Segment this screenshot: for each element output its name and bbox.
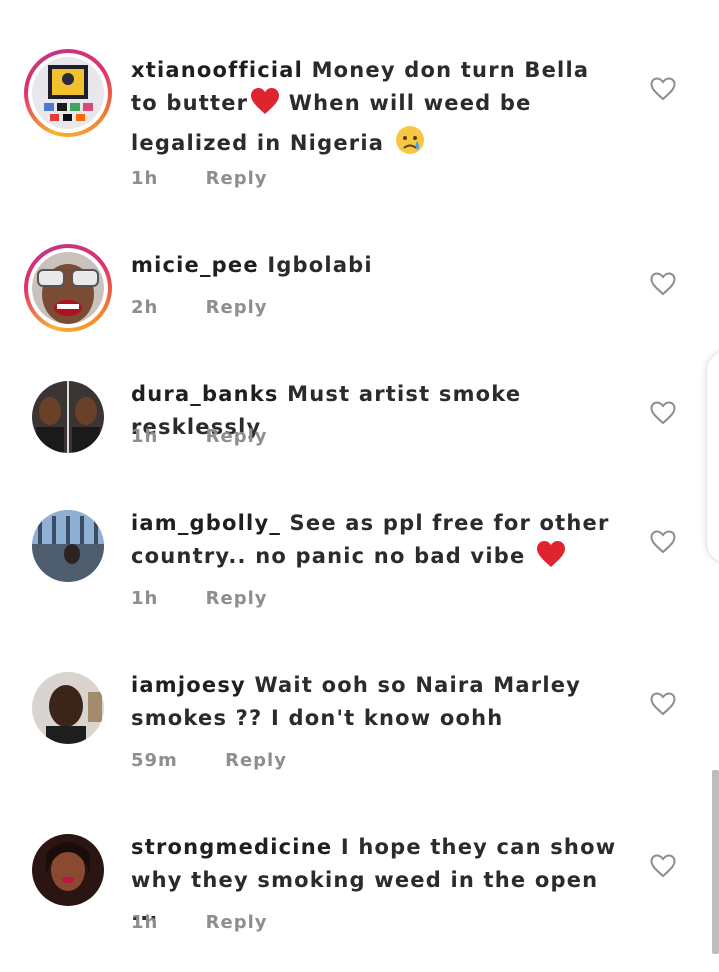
reply-button[interactable]: Reply xyxy=(206,588,268,609)
avatar[interactable] xyxy=(24,49,112,137)
comment-timestamp: 1h xyxy=(131,168,159,189)
comment-meta: 59m Reply xyxy=(131,750,287,771)
reply-button[interactable]: Reply xyxy=(206,426,268,447)
comment-username[interactable]: iamjoesy xyxy=(131,673,246,697)
comment-timestamp: 1h xyxy=(131,426,159,447)
red-heart-emoji xyxy=(250,87,280,125)
heart-outline-icon[interactable] xyxy=(650,272,676,296)
heart-outline-icon[interactable] xyxy=(650,854,676,878)
heart-outline-icon[interactable] xyxy=(650,77,676,101)
heart-outline-icon[interactable] xyxy=(650,401,676,425)
heart-outline-icon[interactable] xyxy=(650,530,676,554)
comment-meta: 2h Reply xyxy=(131,297,267,318)
comment-username[interactable]: dura_banks xyxy=(131,382,279,406)
comment-timestamp: 2h xyxy=(131,297,159,318)
avatar[interactable] xyxy=(32,672,104,744)
scrollbar[interactable] xyxy=(712,770,719,954)
avatar[interactable] xyxy=(32,834,104,906)
comment-username[interactable]: xtianoofficial xyxy=(131,58,303,82)
side-panel-edge[interactable] xyxy=(706,350,719,564)
comment-timestamp: 1h xyxy=(131,588,159,609)
reply-button[interactable]: Reply xyxy=(206,168,268,189)
comment-meta: 1h Reply xyxy=(131,426,267,447)
heart-outline-icon[interactable] xyxy=(650,692,676,716)
comment-text: micie_pee Igbolabi xyxy=(131,249,621,282)
reply-button[interactable]: Reply xyxy=(225,750,287,771)
comment-text: iam_gbolly_ See as ppl free for other co… xyxy=(131,507,621,578)
comment-username[interactable]: micie_pee xyxy=(131,253,259,277)
reply-button[interactable]: Reply xyxy=(206,912,268,933)
avatar[interactable] xyxy=(32,381,104,453)
comment-body: Igbolabi xyxy=(267,253,373,277)
avatar[interactable] xyxy=(24,244,112,332)
comment-text: xtianoofficial Money don turn Bella to b… xyxy=(131,54,621,165)
comment-text: iamjoesy Wait ooh so Naira Marley smokes… xyxy=(131,669,621,735)
red-heart-emoji xyxy=(536,540,566,578)
comment-meta: 1h Reply xyxy=(131,588,267,609)
reply-button[interactable]: Reply xyxy=(206,297,268,318)
crying-face-emoji xyxy=(395,125,425,165)
comment-meta: 1h Reply xyxy=(131,912,267,933)
comment-meta: 1h Reply xyxy=(131,168,267,189)
comment-username[interactable]: strongmedicine xyxy=(131,835,332,859)
comment-timestamp: 59m xyxy=(131,750,178,771)
comment-timestamp: 1h xyxy=(131,912,159,933)
comment-username[interactable]: iam_gbolly_ xyxy=(131,511,281,535)
avatar[interactable] xyxy=(32,510,104,582)
